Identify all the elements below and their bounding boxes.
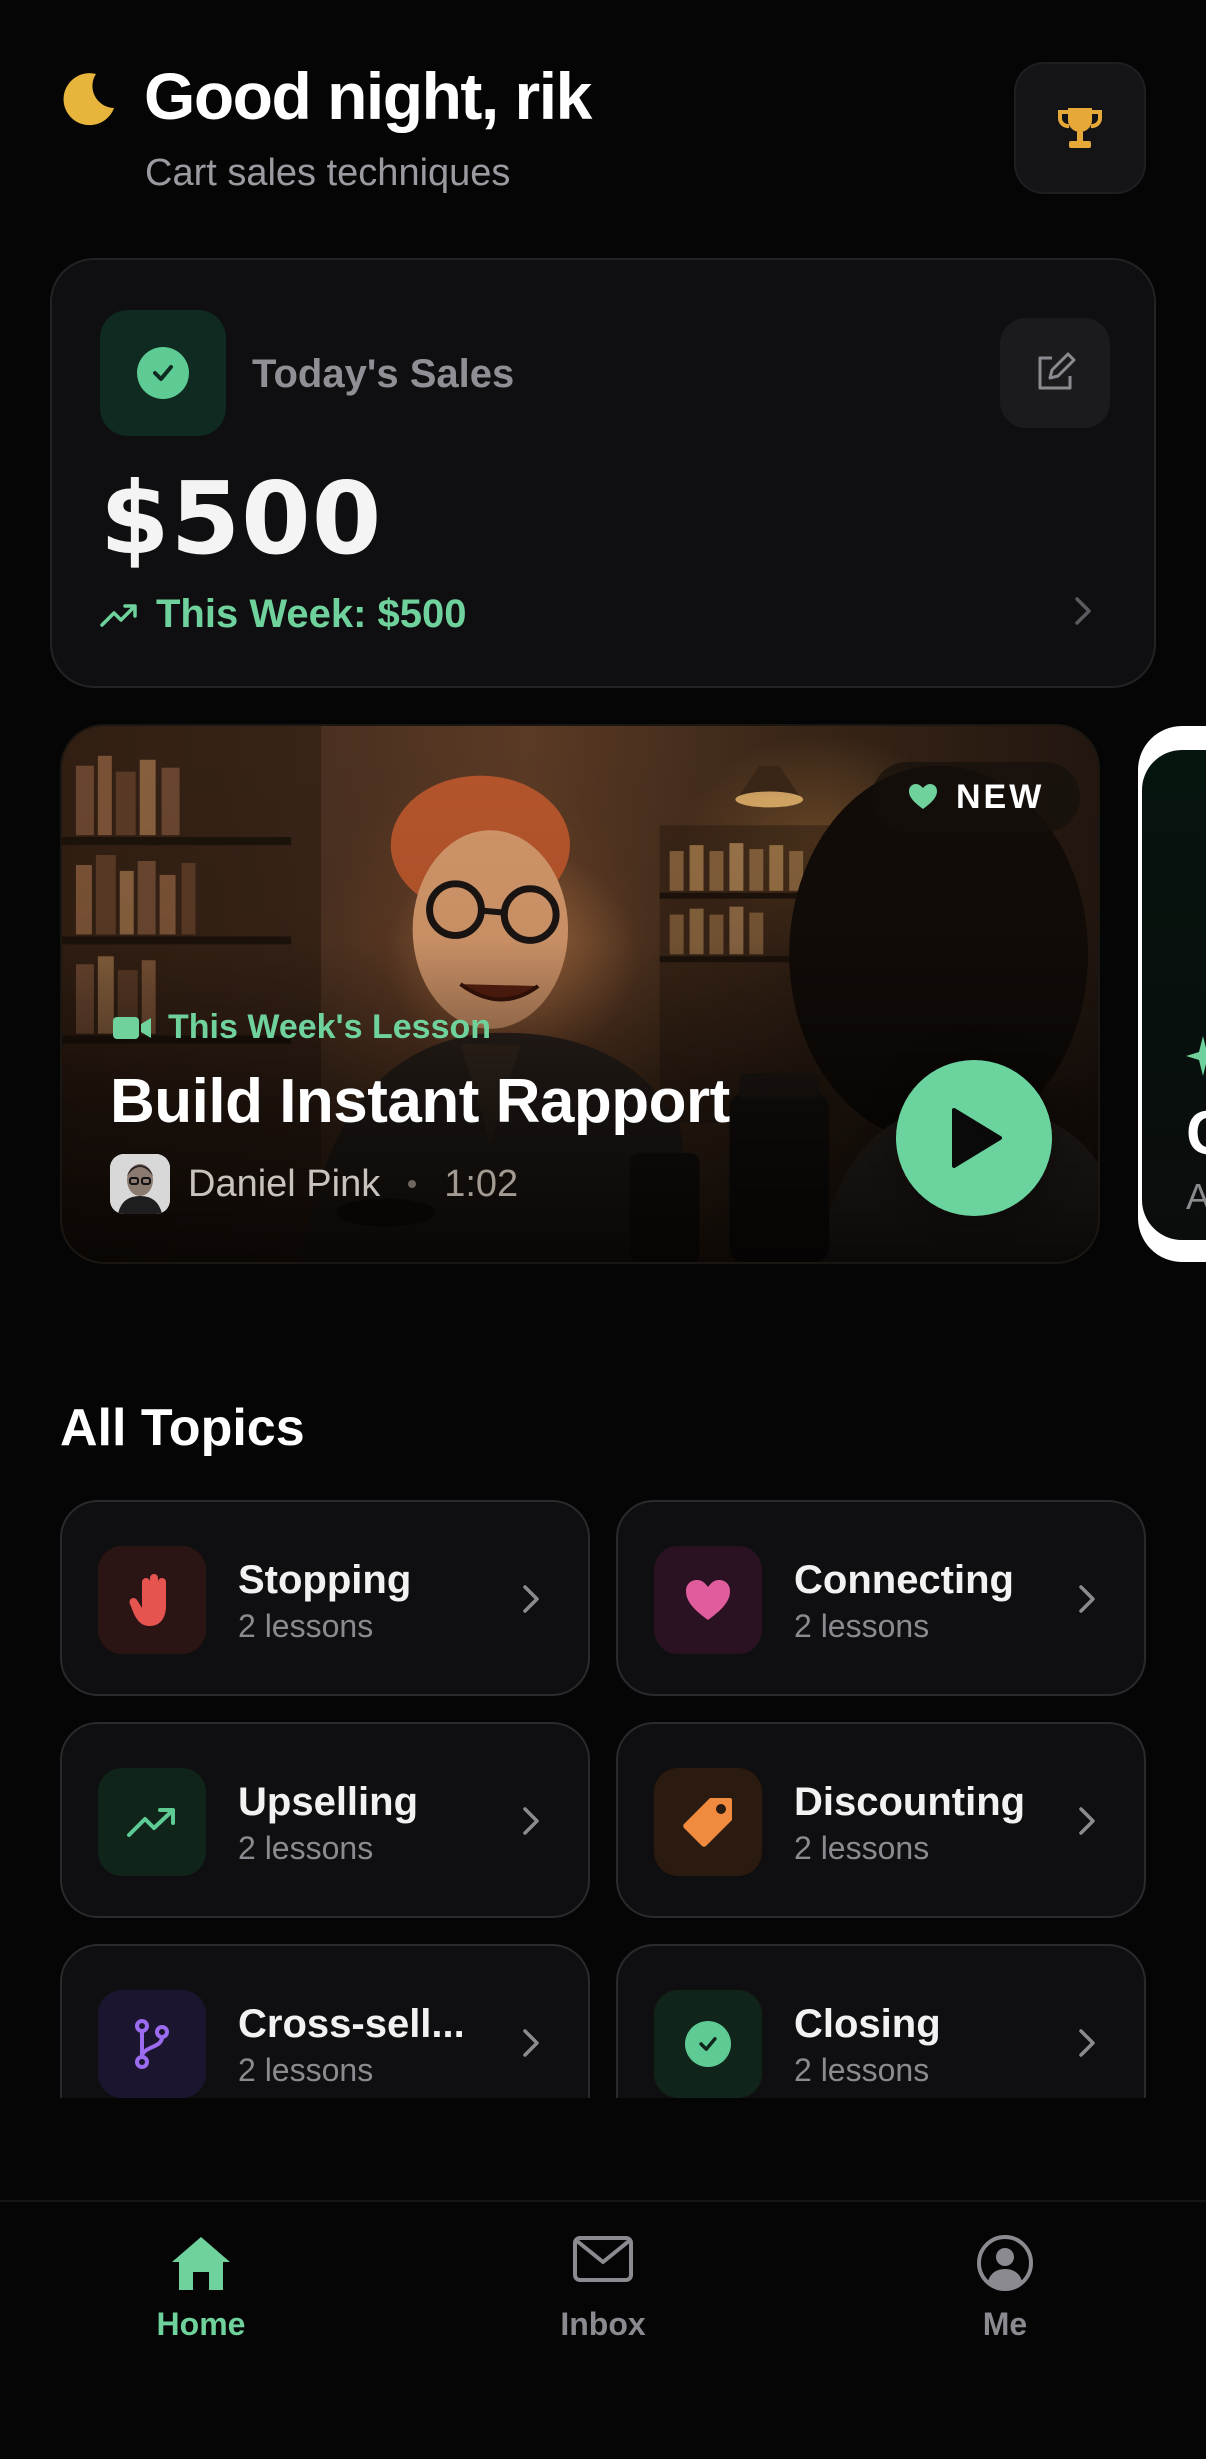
chevron-right-icon <box>523 1807 539 1835</box>
topic-closing[interactable]: Closing 2 lessons <box>616 1944 1146 2098</box>
topic-name: Upselling <box>238 1780 419 1824</box>
sparkle-icon <box>1186 1036 1206 1076</box>
meta-separator <box>408 1180 417 1188</box>
topic-name: Closing <box>794 2002 941 2046</box>
author-avatar <box>110 1154 170 1214</box>
topic-name: Cross-sell... <box>238 2002 465 2046</box>
trophy-icon <box>1057 108 1103 148</box>
topics-grid: Stopping 2 lessons Connecting 2 lessons … <box>0 1490 1206 2098</box>
video-icon <box>113 1016 151 1039</box>
topic-count: 2 lessons <box>794 1830 930 1866</box>
play-button[interactable] <box>896 1060 1052 1216</box>
topic-stopping[interactable]: Stopping 2 lessons <box>60 1500 590 1696</box>
topic-count: 2 lessons <box>238 1830 374 1866</box>
sales-amount: $500 <box>100 460 383 577</box>
nav-inbox-label: Inbox <box>560 2306 646 2342</box>
next-lesson-subtitle: A <box>1186 1176 1206 1217</box>
chevron-right-icon <box>1079 1807 1095 1835</box>
topic-count: 2 lessons <box>794 1608 930 1644</box>
nav-me[interactable]: Me <box>885 2234 1125 2374</box>
topic-icon-tile <box>654 1990 762 2098</box>
branch-icon <box>135 2019 169 2069</box>
topics-title: All Topics <box>60 1399 305 1457</box>
chevron-right-icon <box>523 2029 539 2057</box>
nav-me-label: Me <box>982 2306 1028 2342</box>
header: Good night, rik Cart sales techniques <box>0 0 1206 230</box>
topic-upselling[interactable]: Upselling 2 lessons <box>60 1722 590 1918</box>
lesson-card[interactable]: NEW This Week's Lesson Build Instant Rap… <box>60 724 1100 1264</box>
mail-icon <box>573 2236 633 2282</box>
sales-status-tile <box>100 310 226 436</box>
greeting-subtitle: Cart sales techniques <box>145 152 511 194</box>
lesson-kicker: This Week's Lesson <box>112 1008 491 1047</box>
moon-icon <box>63 73 114 126</box>
chevron-right-icon <box>1079 1585 1095 1613</box>
topic-name: Discounting <box>794 1780 1026 1824</box>
topic-name: Connecting <box>794 1558 1014 1602</box>
tag-icon <box>683 1798 732 1847</box>
hand-icon <box>129 1574 166 1626</box>
next-lesson-card[interactable]: C A <box>1138 726 1206 1262</box>
topic-icon-tile <box>654 1768 762 1876</box>
topic-count: 2 lessons <box>794 2052 930 2088</box>
heart-icon <box>909 784 937 809</box>
topic-discounting[interactable]: Discounting 2 lessons <box>616 1722 1146 1918</box>
new-badge-label: NEW <box>956 777 1045 816</box>
topic-connecting[interactable]: Connecting 2 lessons <box>616 1500 1146 1696</box>
bottom-nav: Home Inbox Me <box>0 2200 1206 2459</box>
topic-icon-tile <box>98 1768 206 1876</box>
lesson-kicker-label: This Week's Lesson <box>168 1008 492 1046</box>
topic-icon-tile <box>98 1546 206 1654</box>
edit-sales-button[interactable] <box>1000 318 1110 428</box>
topic-cross-sell[interactable]: Cross-sell... 2 lessons <box>60 1944 590 2098</box>
topic-icon-tile <box>98 1990 206 2098</box>
week-total: This Week: $500 <box>156 592 467 636</box>
nav-home[interactable]: Home <box>81 2234 321 2374</box>
topic-count: 2 lessons <box>238 2052 374 2088</box>
sales-label: Today's Sales <box>252 352 515 396</box>
lesson-duration: 1:02 <box>444 1162 519 1205</box>
author-name: Daniel Pink <box>188 1162 381 1205</box>
check-circle-icon <box>137 347 189 399</box>
nav-home-label: Home <box>156 2306 246 2342</box>
chevron-right-icon <box>1075 597 1091 625</box>
topic-count: 2 lessons <box>238 1608 374 1644</box>
lesson-title: Build Instant Rapport <box>110 1067 730 1136</box>
heart-icon <box>686 1580 730 1620</box>
play-icon <box>952 1108 1002 1168</box>
check-circle-icon <box>685 2021 731 2067</box>
next-lesson-title: C <box>1186 1098 1206 1169</box>
lesson-meta: Daniel Pink 1:02 <box>110 1154 518 1214</box>
trending-up-icon <box>127 1808 175 1837</box>
trophy-button[interactable] <box>1014 62 1146 194</box>
home-icon <box>172 2237 230 2290</box>
chevron-right-icon <box>1079 2029 1095 2057</box>
user-circle-icon <box>977 2235 1033 2291</box>
new-badge: NEW <box>872 762 1081 832</box>
chevron-right-icon <box>523 1585 539 1613</box>
nav-inbox[interactable]: Inbox <box>483 2234 723 2374</box>
sales-card[interactable]: Today's Sales $500 This Week: $500 <box>50 258 1156 688</box>
week-summary: This Week: $500 <box>100 592 467 637</box>
topic-icon-tile <box>654 1546 762 1654</box>
trending-up-icon <box>100 603 137 627</box>
edit-icon <box>1038 352 1076 390</box>
topic-name: Stopping <box>238 1558 412 1602</box>
greeting-title: Good night, rik <box>144 59 592 133</box>
